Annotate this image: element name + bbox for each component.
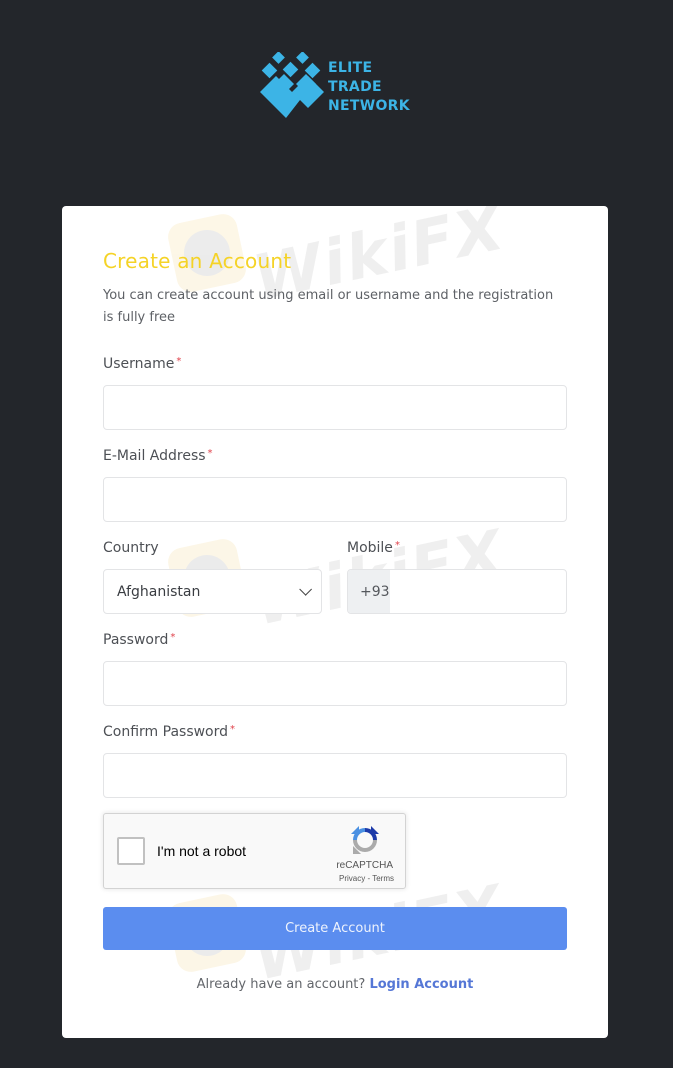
- create-account-button[interactable]: Create Account: [103, 907, 567, 950]
- password-input[interactable]: [103, 661, 567, 706]
- mobile-label-text: Mobile: [347, 540, 393, 556]
- recaptcha-checkbox[interactable]: [117, 837, 145, 865]
- confirm-password-label: Confirm Password *: [103, 724, 235, 740]
- page-subtitle: You can create account using email or us…: [103, 288, 554, 325]
- email-input[interactable]: [103, 477, 567, 522]
- username-label-text: Username: [103, 356, 175, 372]
- recaptcha-terms-link[interactable]: Terms: [372, 874, 394, 883]
- brand-name-line: NETWORK: [328, 97, 410, 114]
- recaptcha-links: Privacy - Terms: [339, 874, 394, 883]
- country-selected-value: Afghanistan: [117, 583, 201, 600]
- password-label: Password *: [103, 632, 175, 648]
- country-select[interactable]: Afghanistan: [103, 569, 322, 614]
- mobile-country-code: +93: [348, 570, 390, 613]
- brand-name-line: ELITE: [328, 59, 373, 76]
- mobile-input-group: +93: [347, 569, 567, 614]
- required-marker: *: [207, 448, 213, 459]
- email-label-text: E-Mail Address: [103, 448, 206, 464]
- mobile-label: Mobile *: [347, 540, 400, 556]
- confirm-password-label-text: Confirm Password: [103, 724, 229, 740]
- required-marker: *: [170, 632, 176, 643]
- recaptcha-icon: [351, 826, 379, 854]
- confirm-password-input[interactable]: [103, 753, 567, 798]
- diamond-grid-logo-icon: [260, 52, 324, 118]
- login-prompt: Already have an account? Login Account: [103, 977, 567, 992]
- page-title: Create an Account: [103, 249, 292, 273]
- required-marker: *: [176, 356, 182, 367]
- brand-name: ELITE TRADE NETWORK: [328, 59, 410, 116]
- username-input[interactable]: [103, 385, 567, 430]
- required-marker: *: [394, 540, 400, 551]
- chevron-down-icon: [299, 583, 312, 596]
- country-label-text: Country: [103, 540, 159, 556]
- login-account-link[interactable]: Login Account: [369, 977, 473, 992]
- recaptcha-brand: reCAPTCHA: [336, 860, 393, 871]
- brand-logo: ELITE TRADE NETWORK: [260, 52, 410, 122]
- recaptcha-privacy-link[interactable]: Privacy: [339, 874, 365, 883]
- login-prompt-text: Already have an account?: [196, 977, 366, 992]
- mobile-input[interactable]: [389, 570, 566, 613]
- email-label: E-Mail Address *: [103, 448, 213, 464]
- recaptcha-widget: I'm not a robot reCAPTCHA Privacy - Term…: [103, 813, 406, 889]
- recaptcha-label: I'm not a robot: [157, 843, 247, 859]
- username-label: Username *: [103, 356, 181, 372]
- required-marker: *: [230, 724, 236, 735]
- password-label-text: Password: [103, 632, 169, 648]
- register-card: WikiFX WikiFX WikiFX Create an Account Y…: [62, 206, 608, 1038]
- brand-name-line: TRADE: [328, 78, 382, 95]
- country-label: Country: [103, 540, 159, 556]
